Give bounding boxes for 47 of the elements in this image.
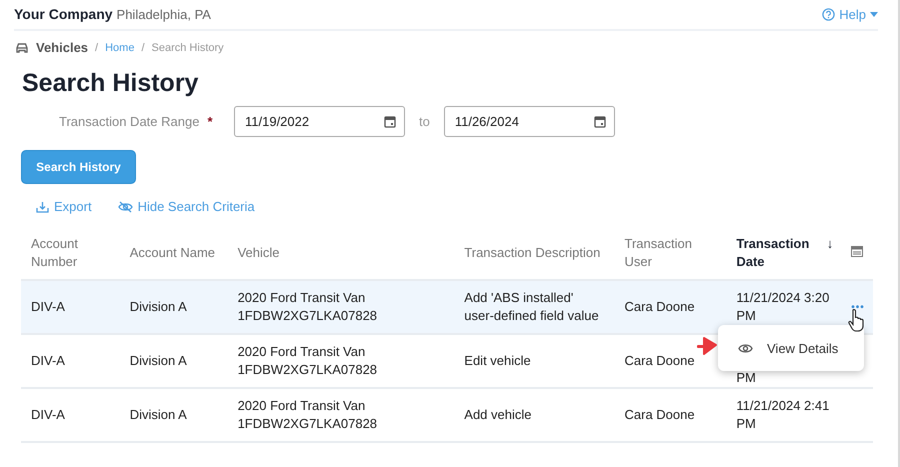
car-icon	[15, 42, 29, 54]
table-cell: Add 'ABS installed' user-defined field value	[464, 290, 599, 323]
date-field[interactable]: 11/26/2024	[444, 106, 615, 137]
help-icon	[822, 8, 836, 21]
breadcrumb-item: Vehicles	[36, 40, 88, 55]
table-cell: DIV-A	[31, 353, 65, 368]
table-cell: Cara Doone	[624, 353, 695, 368]
table-cell: 2020 Ford Transit Van 1FDBW2XG7LKA07828	[238, 290, 378, 323]
table-cell: DIV-A	[31, 407, 65, 422]
sort-icon: ↓	[826, 234, 834, 252]
eye-off-icon	[118, 200, 133, 212]
field-label: Transaction Date Range	[59, 114, 200, 129]
page-title: Search History	[22, 69, 200, 98]
calendar-icon[interactable]	[594, 115, 606, 128]
table-cell: 2020 Ford Transit Van 1FDBW2XG7LKA07828	[238, 398, 378, 431]
table-cell: Edit vehicle	[464, 353, 531, 368]
date-field[interactable]: 11/19/2022	[234, 106, 405, 137]
view-details-item[interactable]: View Details	[718, 340, 838, 356]
calendar-icon[interactable]	[384, 115, 396, 128]
table-cell: Cara Doone	[624, 299, 695, 314]
download-icon	[36, 200, 49, 212]
table-cell: Cara Doone	[624, 407, 695, 422]
columns-icon[interactable]	[851, 246, 864, 256]
table-cell: DIV-A	[31, 299, 65, 314]
table-cell: 11/21/2024 3:20 PM	[736, 290, 830, 323]
search-history-button[interactable]: Search History	[21, 150, 136, 184]
eye-icon	[738, 342, 753, 354]
breadcrumb-item[interactable]: Home	[105, 42, 134, 54]
table-cell: Division A	[130, 299, 187, 314]
table-row[interactable]: DIV-A Division A 2020 Ford Transit Van 1FDBW2XG7LKA07828 Add vehicle Cara Doone 11/21/2024 2:41 PM	[21, 388, 873, 442]
hide-criteria-link[interactable]: Hide Search Criteria	[118, 199, 255, 214]
breadcrumb-item: Search History	[152, 42, 224, 54]
export-link[interactable]: Export	[36, 199, 92, 214]
table-cell: PM	[736, 370, 756, 385]
table-cell: Division A	[130, 353, 187, 368]
table-cell: 2020 Ford Transit Van 1FDBW2XG7LKA07828	[238, 344, 378, 377]
caret-icon	[870, 12, 878, 17]
range-separator: to	[419, 114, 430, 129]
table-cell: Add vehicle	[464, 407, 532, 422]
required-marker: *	[207, 114, 212, 129]
breadcrumb-separator: /	[95, 42, 98, 54]
company-name: Your Company	[14, 6, 113, 22]
company-location: Philadelphia, PA	[116, 6, 211, 22]
breadcrumb-separator: /	[141, 42, 145, 54]
help-menu[interactable]: Help	[822, 7, 878, 22]
table-cell: Division A	[130, 407, 187, 422]
table-cell: 11/21/2024 2:41 PM	[736, 398, 830, 431]
